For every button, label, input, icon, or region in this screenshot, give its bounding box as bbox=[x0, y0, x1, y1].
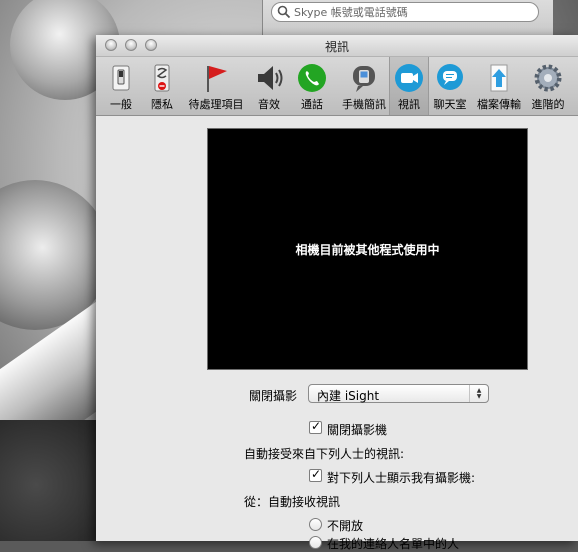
radio-contacts-label: 在我的連絡人名單中的人 bbox=[327, 537, 460, 551]
tab-chat[interactable]: 聊天室 bbox=[432, 57, 468, 115]
speaker-icon bbox=[258, 66, 283, 90]
auto-receive-heading: 自動接受來自下列人士的視訊: bbox=[244, 447, 405, 461]
tab-file-transfer[interactable]: 檔案傳輸 bbox=[474, 57, 524, 115]
checkmark-icon: ✓ bbox=[311, 419, 322, 433]
tab-video-label: 視訊 bbox=[398, 98, 420, 111]
disable-camera-checkbox[interactable]: ✓ bbox=[309, 419, 322, 434]
tab-advanced-label: 進階的 bbox=[531, 98, 565, 111]
preferences-toolbar: 一般 隱私 待處理項目 音效 通話 手機簡訊 視訊 聊天室 檔案傳輸 進階的 bbox=[96, 57, 578, 116]
tab-pending-label: 待處理項目 bbox=[188, 98, 244, 111]
skype-search-placeholder: Skype 帳號或電話號碼 bbox=[294, 6, 408, 19]
popup-arrows-icon: ▲ ▼ bbox=[469, 385, 488, 402]
tab-general[interactable]: 一般 bbox=[104, 57, 138, 115]
camera-select-value: 內建 iSight bbox=[317, 389, 380, 403]
camera-label: 關閉攝影 bbox=[249, 389, 298, 403]
preferences-window: 視訊 一般 隱私 待處理項目 音效 通話 手機簡訊 視訊 聊天室 檔案傳輸 進階… bbox=[96, 35, 578, 551]
tab-sounds-label: 音效 bbox=[258, 98, 280, 111]
tab-general-label: 一般 bbox=[110, 98, 132, 111]
phone-icon bbox=[298, 64, 326, 92]
title-bar[interactable]: 視訊 bbox=[96, 35, 578, 57]
skype-main-window: Skype 帳號或電話號碼 bbox=[262, 0, 553, 40]
tab-sms[interactable]: 手機簡訊 bbox=[336, 57, 392, 115]
checkmark-icon: ✓ bbox=[311, 467, 322, 481]
tab-privacy-label: 隱私 bbox=[151, 98, 173, 111]
skype-search-field[interactable]: Skype 帳號或電話號碼 bbox=[271, 2, 539, 22]
tab-calls[interactable]: 通話 bbox=[295, 57, 329, 115]
privacy-icon bbox=[154, 64, 170, 92]
switch-icon bbox=[112, 65, 130, 91]
tab-calls-label: 通話 bbox=[301, 98, 323, 111]
tab-pending[interactable]: 待處理項目 bbox=[186, 57, 246, 115]
gear-icon bbox=[534, 64, 562, 92]
show-camera-label: 對下列人士顯示我有攝影機: bbox=[327, 471, 476, 485]
radio-contacts[interactable] bbox=[309, 536, 322, 549]
window-title: 視訊 bbox=[324, 40, 349, 54]
tab-file-transfer-label: 檔案傳輸 bbox=[477, 98, 521, 111]
video-camera-icon bbox=[395, 64, 423, 92]
preview-message: 相機目前被其他程式使用中 bbox=[295, 242, 440, 257]
tab-advanced[interactable]: 進階的 bbox=[528, 57, 568, 115]
tab-sms-label: 手機簡訊 bbox=[342, 98, 386, 111]
video-pane: 相機目前被其他程式使用中 關閉攝影 內建 iSight ▲ ▼ ✓ 關閉攝影機 自… bbox=[96, 116, 578, 551]
video-preview: 相機目前被其他程式使用中 bbox=[207, 128, 528, 370]
tab-privacy[interactable]: 隱私 bbox=[145, 57, 179, 115]
radio-none-label: 不開放 bbox=[327, 519, 364, 533]
sms-icon bbox=[353, 66, 375, 92]
tab-video[interactable]: 視訊 bbox=[389, 57, 429, 115]
tab-chat-label: 聊天室 bbox=[433, 98, 467, 111]
flag-icon bbox=[207, 66, 227, 92]
from-heading: 從：自動接收視訊 bbox=[244, 495, 341, 509]
chat-bubble-icon bbox=[437, 64, 463, 90]
camera-select[interactable]: 內建 iSight ▲ ▼ bbox=[308, 384, 489, 403]
tab-sounds[interactable]: 音效 bbox=[252, 57, 286, 115]
search-icon bbox=[277, 5, 291, 19]
radio-none[interactable] bbox=[309, 518, 322, 531]
show-camera-checkbox[interactable]: ✓ bbox=[309, 467, 322, 482]
upload-arrow-icon bbox=[490, 64, 508, 92]
disable-camera-label: 關閉攝影機 bbox=[327, 423, 388, 437]
